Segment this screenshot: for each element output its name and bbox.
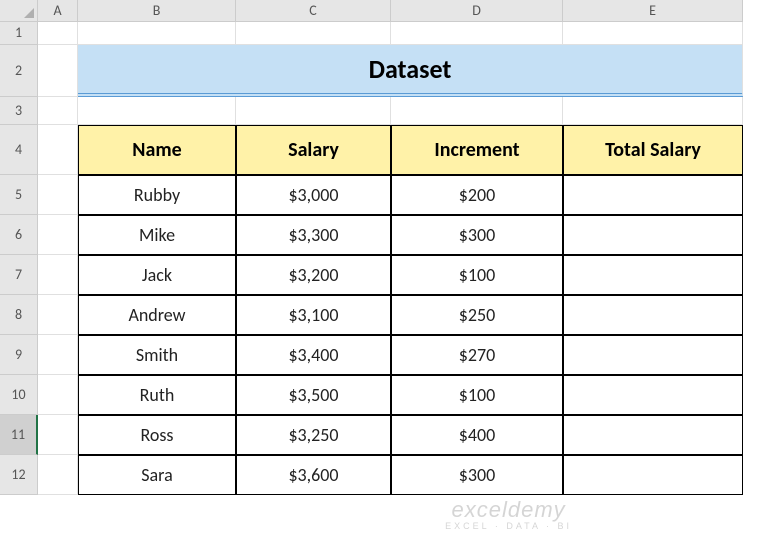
cell-total-4[interactable]: [563, 335, 743, 375]
col-header-B[interactable]: B: [78, 0, 236, 22]
cell-increment-0[interactable]: $200: [391, 175, 563, 215]
column-headers: A B C D E: [38, 0, 743, 22]
cell-A8[interactable]: [38, 295, 78, 335]
select-all-corner[interactable]: [0, 0, 38, 22]
cell-A3[interactable]: [38, 97, 78, 125]
cell-total-5[interactable]: [563, 375, 743, 415]
cell-B1[interactable]: [78, 22, 236, 45]
cell-total-3[interactable]: [563, 295, 743, 335]
cell-C3[interactable]: [236, 97, 391, 125]
cell-A7[interactable]: [38, 255, 78, 295]
cell-increment-1[interactable]: $300: [391, 215, 563, 255]
cell-A2[interactable]: [38, 45, 78, 97]
cell-name-0[interactable]: Rubby: [78, 175, 236, 215]
cell-A11[interactable]: [38, 415, 78, 455]
watermark-main: exceldemy: [445, 497, 572, 523]
cell-total-0[interactable]: [563, 175, 743, 215]
cell-total-2[interactable]: [563, 255, 743, 295]
cell-A9[interactable]: [38, 335, 78, 375]
cell-increment-3[interactable]: $250: [391, 295, 563, 335]
cell-increment-4[interactable]: $270: [391, 335, 563, 375]
cell-increment-2[interactable]: $100: [391, 255, 563, 295]
cell-name-5[interactable]: Ruth: [78, 375, 236, 415]
row-header-5[interactable]: 5: [0, 175, 38, 215]
cell-A1[interactable]: [38, 22, 78, 45]
cell-D1[interactable]: [391, 22, 563, 45]
col-header-A[interactable]: A: [38, 0, 78, 22]
col-header-E[interactable]: E: [563, 0, 743, 22]
row-header-12[interactable]: 12: [0, 455, 38, 495]
cell-A4[interactable]: [38, 125, 78, 175]
cell-salary-5[interactable]: $3,500: [236, 375, 391, 415]
watermark: exceldemy EXCEL · DATA · BI: [445, 497, 572, 531]
cell-increment-6[interactable]: $400: [391, 415, 563, 455]
cell-increment-7[interactable]: $300: [391, 455, 563, 495]
row-header-4[interactable]: 4: [0, 125, 38, 175]
cell-increment-5[interactable]: $100: [391, 375, 563, 415]
cell-total-1[interactable]: [563, 215, 743, 255]
cell-name-1[interactable]: Mike: [78, 215, 236, 255]
watermark-sub: EXCEL · DATA · BI: [445, 521, 572, 531]
cell-salary-1[interactable]: $3,300: [236, 215, 391, 255]
cell-A10[interactable]: [38, 375, 78, 415]
cell-A12[interactable]: [38, 455, 78, 495]
cell-salary-7[interactable]: $3,600: [236, 455, 391, 495]
cell-B3[interactable]: [78, 97, 236, 125]
row-header-8[interactable]: 8: [0, 295, 38, 335]
header-increment[interactable]: Increment: [391, 125, 563, 175]
cell-salary-4[interactable]: $3,400: [236, 335, 391, 375]
row-header-7[interactable]: 7: [0, 255, 38, 295]
header-name[interactable]: Name: [78, 125, 236, 175]
cell-name-4[interactable]: Smith: [78, 335, 236, 375]
cell-salary-3[interactable]: $3,100: [236, 295, 391, 335]
cell-salary-0[interactable]: $3,000: [236, 175, 391, 215]
row-header-3[interactable]: 3: [0, 97, 38, 125]
col-header-D[interactable]: D: [391, 0, 563, 22]
cell-E3[interactable]: [563, 97, 743, 125]
row-header-9[interactable]: 9: [0, 335, 38, 375]
row-header-1[interactable]: 1: [0, 22, 38, 45]
cell-total-7[interactable]: [563, 455, 743, 495]
cell-name-2[interactable]: Jack: [78, 255, 236, 295]
row-header-10[interactable]: 10: [0, 375, 38, 415]
cell-A6[interactable]: [38, 215, 78, 255]
cell-total-6[interactable]: [563, 415, 743, 455]
cell-name-6[interactable]: Ross: [78, 415, 236, 455]
header-total[interactable]: Total Salary: [563, 125, 743, 175]
header-salary[interactable]: Salary: [236, 125, 391, 175]
row-header-2[interactable]: 2: [0, 45, 38, 97]
cell-name-7[interactable]: Sara: [78, 455, 236, 495]
cell-D3[interactable]: [391, 97, 563, 125]
grid-area: Dataset NameSalaryIncrementTotal Salary Ru…: [38, 22, 743, 495]
cell-C1[interactable]: [236, 22, 391, 45]
row-header-6[interactable]: 6: [0, 215, 38, 255]
col-header-C[interactable]: C: [236, 0, 391, 22]
cell-name-3[interactable]: Andrew: [78, 295, 236, 335]
cell-salary-6[interactable]: $3,250: [236, 415, 391, 455]
cell-salary-2[interactable]: $3,200: [236, 255, 391, 295]
cell-A5[interactable]: [38, 175, 78, 215]
cell-E1[interactable]: [563, 22, 743, 45]
row-headers: 123456789101112: [0, 22, 38, 495]
title-cell[interactable]: Dataset: [78, 45, 743, 97]
row-header-11[interactable]: 11: [0, 415, 38, 455]
